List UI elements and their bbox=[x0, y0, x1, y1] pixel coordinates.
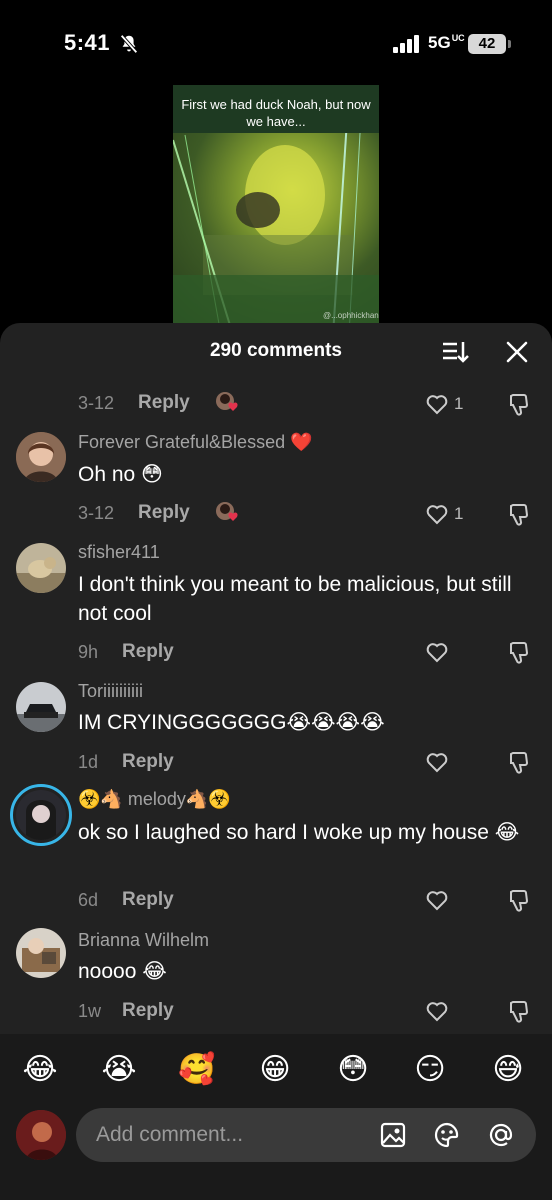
comment-time: 3-12 bbox=[78, 393, 115, 413]
avatar[interactable] bbox=[16, 682, 66, 732]
comment-row: Toriiiiiiiiii IM CRYINGGGGGGG😭😭😭😭 1d Rep… bbox=[0, 680, 552, 780]
emoji-bar: 😂 😭 🥰 😁 😳 😏 😅 bbox=[0, 1034, 552, 1200]
heart-icon[interactable] bbox=[425, 503, 449, 525]
bell-off-icon bbox=[120, 34, 138, 54]
emoji-smirk-button[interactable]: 😏 bbox=[410, 1050, 450, 1090]
avatar-image bbox=[16, 790, 66, 840]
sticker-emoji-icon[interactable] bbox=[433, 1121, 461, 1149]
comment-time: 1d bbox=[78, 752, 99, 772]
comment-row: sfisher411 I don't think you meant to be… bbox=[0, 541, 552, 671]
avatar[interactable] bbox=[16, 543, 66, 593]
network-label: 5GUC bbox=[428, 33, 465, 52]
image-icon[interactable] bbox=[379, 1121, 407, 1149]
comments-count-title: 290 comments bbox=[209, 340, 342, 361]
comment-text: IM CRYINGGGGGGG😭😭😭😭 bbox=[78, 711, 385, 734]
heart-icon[interactable] bbox=[425, 751, 449, 773]
story-ring-avatar[interactable] bbox=[10, 784, 72, 846]
battery-nub bbox=[508, 40, 511, 48]
reply-button[interactable]: Reply bbox=[138, 392, 190, 414]
avatar-image bbox=[16, 543, 66, 593]
dislike-icon[interactable] bbox=[507, 888, 531, 912]
dislike-icon[interactable] bbox=[507, 640, 531, 664]
heart-icon[interactable] bbox=[425, 641, 449, 663]
comment-row: 3-12 Reply 1 bbox=[0, 390, 552, 420]
emoji-hearts-button[interactable]: 🥰 bbox=[177, 1050, 217, 1090]
emoji-sweat-smile-button[interactable]: 😅 bbox=[488, 1050, 528, 1090]
comment-time: 1w bbox=[78, 1001, 102, 1021]
comment-text: ok so I laughed so hard I woke up my hou… bbox=[78, 821, 520, 844]
comment-input[interactable] bbox=[96, 1108, 366, 1162]
comment-username[interactable]: sfisher411 bbox=[78, 542, 160, 563]
emoji-flushed-button[interactable]: 😳 bbox=[333, 1050, 373, 1090]
mention-icon[interactable] bbox=[487, 1121, 515, 1149]
comment-row: ☣️🐴 melody🐴☣️ ok so I laughed so hard I … bbox=[0, 784, 552, 918]
like-count: 1 bbox=[454, 504, 464, 523]
comment-text: noooo 😂 bbox=[78, 960, 167, 983]
avatar-image bbox=[16, 1110, 66, 1160]
sort-icon[interactable] bbox=[441, 339, 469, 365]
dislike-icon[interactable] bbox=[507, 999, 531, 1023]
reply-button[interactable]: Reply bbox=[138, 502, 190, 524]
comment-username[interactable]: Brianna Wilhelm bbox=[78, 930, 209, 951]
my-avatar[interactable] bbox=[16, 1110, 66, 1160]
video-caption: First we had duck Noah, but now we have.… bbox=[181, 97, 371, 129]
reply-button[interactable]: Reply bbox=[122, 751, 174, 773]
heart-icon[interactable] bbox=[425, 1000, 449, 1022]
reply-button[interactable]: Reply bbox=[122, 641, 174, 663]
battery-icon: 42 bbox=[468, 34, 506, 54]
emoji-grin-button[interactable]: 😁 bbox=[255, 1050, 295, 1090]
status-time: 5:41 bbox=[64, 30, 111, 55]
dislike-icon[interactable] bbox=[507, 750, 531, 774]
signal-icon bbox=[393, 35, 419, 53]
creator-liked-icon bbox=[216, 392, 238, 411]
avatar[interactable] bbox=[16, 928, 66, 978]
reply-button[interactable]: Reply bbox=[122, 889, 174, 911]
video-preview[interactable]: First we had duck Noah, but now we have.… bbox=[173, 85, 379, 335]
comment-username[interactable]: ☣️🐴 melody🐴☣️ bbox=[78, 789, 231, 810]
comment-row: Forever Grateful&Blessed ❤️ Oh no 😳 3-12… bbox=[0, 430, 552, 530]
avatar-image bbox=[16, 432, 66, 482]
emoji-sob-button[interactable]: 😭 bbox=[99, 1050, 139, 1090]
reply-button[interactable]: Reply bbox=[122, 1000, 174, 1022]
avatar[interactable] bbox=[16, 432, 66, 482]
dislike-icon[interactable] bbox=[507, 392, 531, 416]
comment-time: 6d bbox=[78, 890, 99, 910]
video-watermark: @...ophhickhan bbox=[323, 311, 379, 320]
comment-time: 9h bbox=[78, 642, 99, 662]
heart-icon[interactable] bbox=[425, 393, 449, 415]
comment-text: I don't think you meant to be malicious,… bbox=[78, 573, 512, 625]
comment-row: Brianna Wilhelm noooo 😂 1w Reply bbox=[0, 928, 552, 1028]
close-icon[interactable] bbox=[504, 339, 530, 365]
dislike-icon[interactable] bbox=[507, 502, 531, 526]
comment-username[interactable]: Forever Grateful&Blessed ❤️ bbox=[78, 432, 313, 453]
comment-text: Oh no 😳 bbox=[78, 463, 163, 486]
creator-liked-icon bbox=[216, 502, 238, 521]
comment-username[interactable]: Toriiiiiiiiii bbox=[78, 681, 143, 702]
avatar-image bbox=[16, 928, 66, 978]
comment-input-container bbox=[76, 1108, 536, 1162]
emoji-joy-button[interactable]: 😂 bbox=[20, 1050, 60, 1090]
heart-icon[interactable] bbox=[425, 889, 449, 911]
like-count: 1 bbox=[454, 394, 464, 413]
comment-time: 3-12 bbox=[78, 503, 115, 523]
status-bar: 5:41 5GUC 42 bbox=[0, 0, 552, 90]
avatar-image bbox=[16, 682, 66, 732]
